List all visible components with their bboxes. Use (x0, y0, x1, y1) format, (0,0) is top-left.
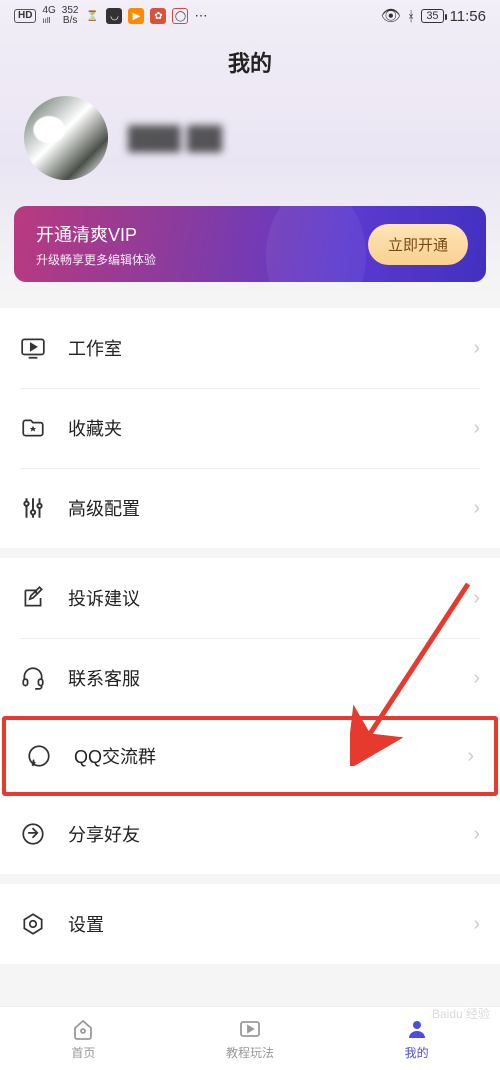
vip-banner[interactable]: 开通清爽VIP 升级畅享更多编辑体验 立即开通 (14, 206, 486, 282)
chevron-right-icon: › (473, 823, 480, 846)
row-settings[interactable]: 设置 › (0, 884, 500, 964)
play-monitor-icon (20, 335, 46, 361)
nav-home[interactable]: 首页 (0, 1007, 167, 1070)
nav-label: 首页 (71, 1044, 95, 1061)
row-label: 高级配置 (68, 495, 473, 521)
avatar[interactable] (24, 96, 108, 180)
clock: 11:56 (450, 8, 486, 25)
bluetooth-icon: ᚼ (407, 8, 415, 24)
header-area: 我的 ▓▓▓ ▓▓ 开通清爽VIP 升级畅享更多编辑体验 立即开通 (0, 32, 500, 294)
more-icon: ⋯ (194, 8, 207, 24)
chevron-right-icon: › (467, 745, 474, 768)
network-indicator: 4Gııll (42, 6, 55, 26)
menu-group-1: 工作室 › 收藏夹 › 高级配置 › (0, 308, 500, 548)
vip-open-button[interactable]: 立即开通 (368, 224, 468, 265)
nav-tutorial[interactable]: 教程玩法 (167, 1007, 334, 1070)
hourglass-icon: ⏳ (84, 8, 100, 24)
chevron-right-icon: › (473, 417, 480, 440)
row-label: 设置 (68, 911, 473, 937)
app-icon-3: ✿ (150, 8, 166, 24)
profile-section[interactable]: ▓▓▓ ▓▓ (0, 96, 500, 206)
chevron-right-icon: › (473, 497, 480, 520)
row-favorites[interactable]: 收藏夹 › (0, 388, 500, 468)
hd-badge: HD (14, 9, 36, 23)
settings-icon (20, 911, 46, 937)
row-label: 分享好友 (68, 821, 473, 847)
home-icon (71, 1017, 95, 1041)
vip-title: 开通清爽VIP (36, 221, 156, 247)
speed-indicator: 352B/s (62, 6, 79, 26)
status-bar: HD 4Gııll 352B/s ⏳ ◡ ▶ ✿ ◯ ⋯ 👁 ᚼ 35 11:5… (0, 0, 500, 32)
row-share[interactable]: 分享好友 › (0, 794, 500, 874)
eye-comfort-icon: 👁 (381, 6, 401, 26)
row-label: 收藏夹 (68, 415, 473, 441)
play-square-icon (238, 1017, 262, 1041)
bottom-nav: 首页 教程玩法 我的 (0, 1006, 500, 1070)
username: ▓▓▓ ▓▓ (128, 124, 222, 152)
vip-text: 开通清爽VIP 升级畅享更多编辑体验 (36, 221, 156, 268)
row-studio[interactable]: 工作室 › (0, 308, 500, 388)
chevron-right-icon: › (473, 913, 480, 936)
row-label: 工作室 (68, 335, 473, 361)
row-label: QQ交流群 (74, 743, 467, 769)
person-icon (405, 1017, 429, 1041)
row-advanced[interactable]: 高级配置 › (0, 468, 500, 548)
app-icon-1: ◡ (106, 8, 122, 24)
row-feedback[interactable]: 投诉建议 › (0, 558, 500, 638)
headset-icon (20, 665, 46, 691)
share-icon (20, 821, 46, 847)
menu-group-3: 设置 › (0, 884, 500, 964)
row-label: 投诉建议 (68, 585, 473, 611)
nav-label: 教程玩法 (226, 1044, 274, 1061)
sliders-icon (20, 495, 46, 521)
app-icon-4: ◯ (172, 8, 188, 24)
folder-star-icon (20, 415, 46, 441)
app-icon-2: ▶ (128, 8, 144, 24)
menu-group-2: 投诉建议 › 联系客服 › QQ交流群 › 分享好友 › (0, 558, 500, 874)
chat-bubble-icon (26, 743, 52, 769)
chevron-right-icon: › (473, 667, 480, 690)
vip-subtitle: 升级畅享更多编辑体验 (36, 251, 156, 268)
edit-icon (20, 585, 46, 611)
chevron-right-icon: › (473, 587, 480, 610)
battery-indicator: 35 (421, 9, 443, 23)
status-right: 👁 ᚼ 35 11:56 (381, 6, 486, 26)
nav-mine[interactable]: 我的 (333, 1007, 500, 1070)
nav-label: 我的 (405, 1044, 429, 1061)
status-left: HD 4Gııll 352B/s ⏳ ◡ ▶ ✿ ◯ ⋯ (14, 6, 207, 26)
page-title: 我的 (0, 32, 500, 96)
row-support[interactable]: 联系客服 › (0, 638, 500, 718)
row-qq-group[interactable]: QQ交流群 › (2, 716, 498, 796)
chevron-right-icon: › (473, 337, 480, 360)
row-label: 联系客服 (68, 665, 473, 691)
